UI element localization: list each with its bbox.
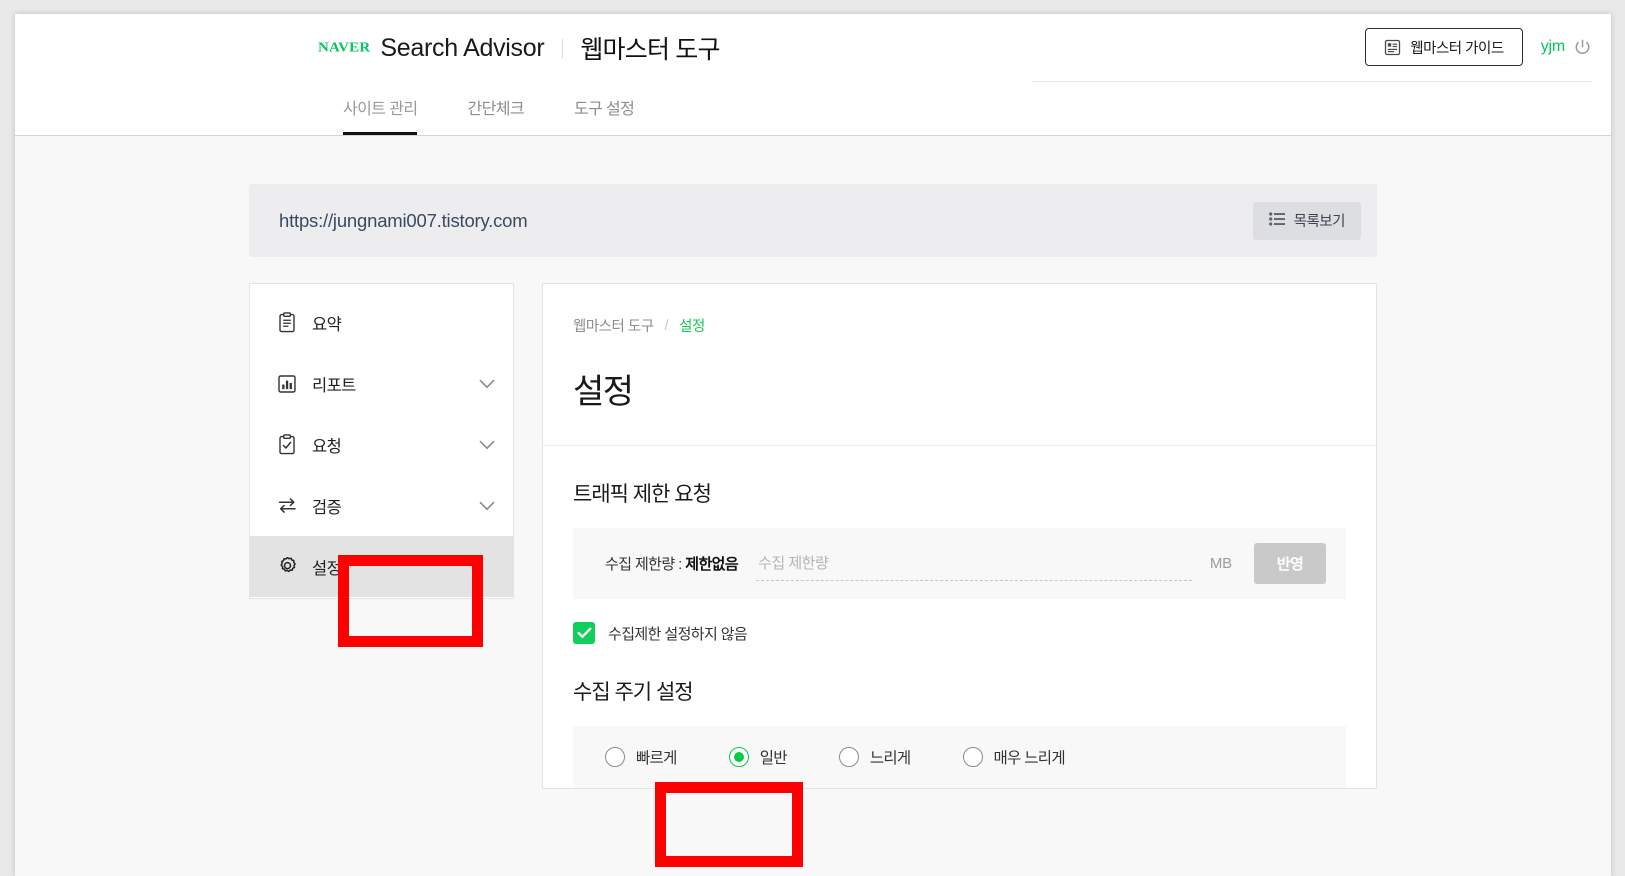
sidebar-item-label: 설정: [312, 559, 342, 578]
crawl-limit-label: 수집 제한량 : 제한없음: [605, 553, 739, 574]
radio-icon: [962, 747, 983, 767]
panel-header: 웹마스터 도구 / 설정 설정: [543, 284, 1376, 446]
user-id-label: yjm: [1540, 38, 1565, 55]
apply-button[interactable]: 반영: [1254, 543, 1326, 584]
main-tabs: 사이트 관리 간단체크 도구 설정: [318, 83, 659, 135]
header-divider-line: [1032, 81, 1592, 82]
tab-quick-check[interactable]: 간단체크: [442, 95, 548, 135]
sidebar-item-summary[interactable]: 요약: [250, 292, 513, 353]
cycle-option-label: 느리게: [869, 750, 911, 767]
sidebar-item-label: 요약: [312, 315, 342, 334]
page-shell: NAVER Search Advisor 웹마스터 도구 웹마스터 가이드 yj…: [15, 14, 1611, 876]
settings-panel: 웹마스터 도구 / 설정 설정 트래픽 제한 요청 수집 제한량 : 제한없음 …: [542, 283, 1377, 789]
clipboard-icon: [276, 312, 298, 334]
page-title: 설정: [573, 373, 634, 411]
main-columns: 요약 리포트 요청 검증 설정 웹마스터 도구 / 설정 설정 트래픽 제한 요…: [249, 283, 1377, 789]
sidebar-item-label: 리포트: [312, 376, 356, 395]
tab-site-management[interactable]: 사이트 관리: [318, 95, 442, 135]
sidebar-item-report[interactable]: 리포트: [250, 353, 513, 414]
sidebar-item-verification[interactable]: 검증: [250, 475, 513, 536]
crawl-limit-input[interactable]: [756, 546, 1192, 581]
cycle-option-fast[interactable]: 빠르게: [605, 746, 677, 768]
chevron-down-icon: [479, 501, 495, 511]
cycle-option-label: 매우 느리게: [993, 750, 1066, 767]
tab-label: 사이트 관리: [343, 101, 418, 118]
cycle-section-title: 수집 주기 설정: [573, 681, 694, 704]
webmaster-guide-button[interactable]: 웹마스터 가이드: [1365, 28, 1523, 66]
cycle-radio-group: 빠르게 일반 느리게 매우 느리게: [573, 726, 1346, 788]
cycle-option-slow[interactable]: 느리게: [838, 746, 911, 768]
tab-label: 간단체크: [467, 101, 524, 118]
crawl-limit-unit: MB: [1209, 555, 1232, 572]
no-crawl-limit-checkbox[interactable]: [573, 622, 595, 644]
cycle-option-label: 빠르게: [636, 750, 677, 767]
breadcrumb-root[interactable]: 웹마스터 도구: [573, 315, 654, 336]
site-list-label: 목록보기: [1293, 214, 1346, 230]
breadcrumb-separator: /: [664, 317, 669, 334]
no-crawl-limit-label[interactable]: 수집제한 설정하지 않음: [608, 623, 748, 644]
cycle-option-very-slow[interactable]: 매우 느리게: [962, 746, 1066, 768]
brand-area[interactable]: NAVER Search Advisor 웹마스터 도구: [318, 28, 721, 68]
list-icon: [1268, 211, 1285, 230]
site-url-text: https://jungnami007.tistory.com: [279, 209, 528, 231]
sidebar-item-settings[interactable]: 설정: [250, 536, 513, 597]
bar-chart-icon: [276, 373, 298, 395]
radio-icon: [605, 747, 625, 767]
webmaster-guide-label: 웹마스터 가이드: [1410, 40, 1504, 57]
power-icon[interactable]: [1573, 38, 1592, 57]
traffic-section-title: 트래픽 제한 요청: [573, 483, 712, 506]
header-actions: 웹마스터 가이드 yjm: [1365, 28, 1592, 66]
naver-logo: NAVER: [318, 40, 371, 55]
tab-tool-settings[interactable]: 도구 설정: [549, 95, 659, 135]
no-crawl-limit-row: 수집제한 설정하지 않음: [573, 599, 1346, 644]
tab-label: 도구 설정: [573, 101, 635, 118]
guide-book-icon: [1384, 39, 1401, 56]
page-section-title: 웹마스터 도구: [580, 36, 720, 64]
traffic-limit-section: 트래픽 제한 요청 수집 제한량 : 제한없음 MB 반영: [543, 446, 1376, 644]
sidebar-item-label: 요청: [312, 437, 342, 456]
global-header: NAVER Search Advisor 웹마스터 도구 웹마스터 가이드 yj…: [15, 14, 1611, 136]
user-area: yjm: [1541, 38, 1592, 57]
gear-icon: [276, 556, 298, 578]
exchange-arrows-icon: [276, 495, 298, 517]
site-list-button[interactable]: 목록보기: [1252, 201, 1361, 240]
cycle-option-normal[interactable]: 일반: [728, 746, 788, 768]
radio-icon: [838, 747, 859, 767]
crawl-limit-label-value: 제한없음: [685, 556, 739, 573]
crawl-limit-field-row: 수집 제한량 : 제한없음 MB 반영: [573, 528, 1346, 599]
sidebar-item-label: 검증: [312, 498, 342, 517]
breadcrumb-current: 설정: [679, 319, 705, 335]
content-wrapper: https://jungnami007.tistory.com 목록보기 요약 …: [249, 184, 1377, 789]
site-url-bar: https://jungnami007.tistory.com 목록보기: [249, 184, 1377, 257]
content-area: https://jungnami007.tistory.com 목록보기 요약 …: [15, 136, 1611, 876]
chevron-down-icon: [479, 379, 495, 389]
breadcrumb: 웹마스터 도구 / 설정: [573, 315, 1346, 336]
chevron-down-icon: [479, 440, 495, 450]
crawl-cycle-section: 수집 주기 설정 빠르게 일반 느리게 매우 느리게: [543, 644, 1376, 788]
crawl-limit-label-prefix: 수집 제한량 :: [605, 556, 686, 573]
left-navigation: 요약 리포트 요청 검증 설정: [249, 283, 514, 599]
cycle-option-label: 일반: [759, 750, 788, 767]
brand-divider: [562, 38, 564, 58]
clipboard-check-icon: [276, 434, 298, 456]
product-name: Search Advisor: [380, 33, 545, 62]
radio-icon-selected: [728, 747, 749, 767]
sidebar-item-request[interactable]: 요청: [250, 414, 513, 475]
